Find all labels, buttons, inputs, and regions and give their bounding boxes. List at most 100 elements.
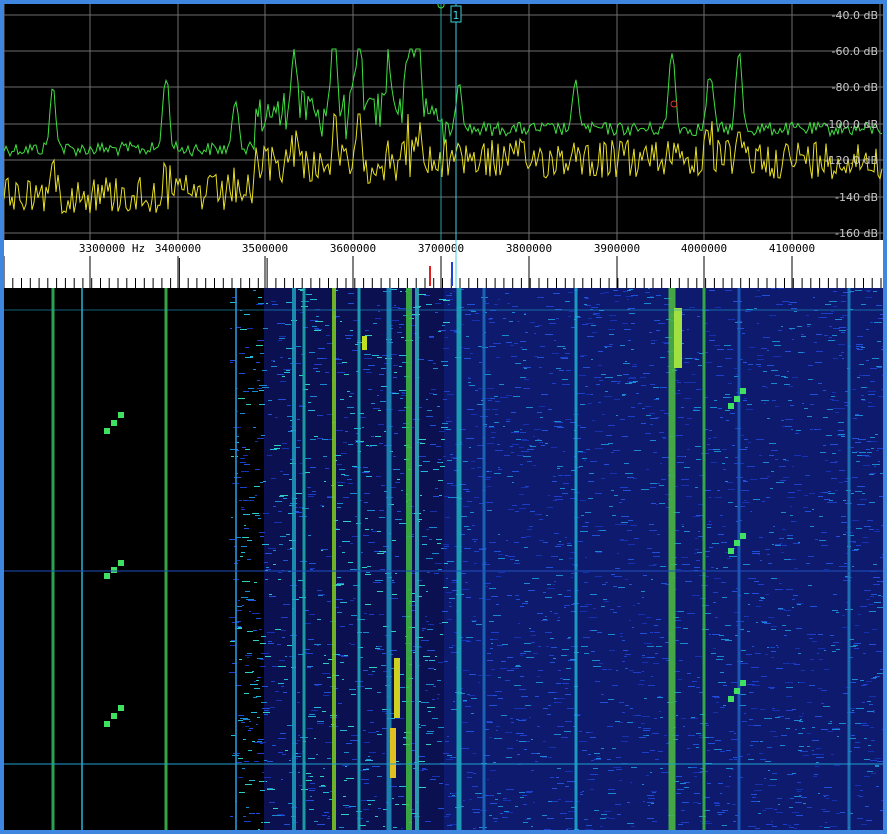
- noise-speckle: [392, 320, 399, 321]
- noise-speckle: [772, 708, 775, 709]
- noise-speckle: [647, 802, 654, 803]
- noise-speckle: [268, 414, 272, 415]
- noise-speckle: [623, 291, 625, 292]
- noise-speckle: [560, 678, 563, 679]
- noise-speckle: [832, 392, 836, 393]
- db-scale-label: -40.0 dB: [832, 9, 879, 22]
- noise-speckle: [373, 323, 377, 324]
- noise-speckle: [750, 479, 757, 480]
- noise-speckle: [753, 499, 760, 500]
- spectrum-display[interactable]: -40.0 dB -60.0 dB -80.0 dB -100.0 dB -120.0 …: [4, 4, 883, 240]
- noise-speckle: [769, 532, 774, 533]
- noise-speckle: [559, 541, 561, 542]
- noise-speckle: [549, 323, 556, 324]
- noise-speckle: [589, 617, 597, 618]
- noise-speckle: [433, 469, 439, 470]
- noise-speckle: [412, 750, 415, 751]
- noise-speckle: [553, 500, 557, 501]
- noise-speckle: [709, 290, 715, 291]
- frequency-scale[interactable]: 3300000 Hz 3400000 3500000 3600000 3700000 38…: [3, 240, 883, 288]
- noise-speckle: [239, 353, 245, 354]
- noise-speckle: [521, 487, 528, 488]
- noise-speckle: [722, 597, 727, 598]
- noise-speckle: [600, 530, 606, 531]
- noise-speckle: [429, 527, 437, 528]
- noise-speckle: [374, 796, 377, 797]
- noise-speckle: [762, 810, 766, 811]
- noise-speckle: [859, 375, 863, 376]
- noise-speckle: [429, 336, 434, 337]
- noise-speckle: [604, 464, 609, 465]
- noise-speckle: [520, 377, 526, 378]
- noise-speckle: [534, 356, 538, 357]
- noise-speckle: [857, 818, 863, 819]
- noise-speckle: [842, 627, 847, 628]
- noise-speckle: [623, 363, 630, 364]
- noise-speckle: [775, 375, 780, 376]
- noise-speckle: [678, 824, 683, 825]
- noise-speckle: [309, 352, 315, 353]
- sweep-dot: [734, 688, 740, 694]
- noise-speckle: [366, 445, 369, 446]
- noise-speckle: [585, 829, 593, 830]
- noise-speckle: [805, 511, 811, 512]
- frequency-ruler[interactable]: 3300000 Hz 3400000 3500000 3600000 3700000 38…: [3, 240, 883, 288]
- noise-speckle: [337, 363, 343, 364]
- noise-speckle: [491, 669, 495, 670]
- noise-speckle: [866, 360, 869, 361]
- noise-speckle: [371, 436, 374, 437]
- noise-speckle: [856, 545, 861, 546]
- noise-speckle: [270, 707, 275, 708]
- noise-speckle: [650, 483, 657, 484]
- noise-speckle: [806, 315, 809, 316]
- noise-speckle: [785, 460, 789, 461]
- noise-speckle: [522, 504, 530, 505]
- noise-speckle: [590, 774, 598, 775]
- noise-speckle: [278, 752, 283, 753]
- noise-speckle: [787, 615, 790, 616]
- noise-speckle: [318, 348, 325, 349]
- noise-speckle: [856, 348, 859, 349]
- noise-speckle: [308, 535, 311, 536]
- noise-speckle: [758, 801, 760, 802]
- noise-speckle: [815, 716, 822, 717]
- noise-speckle: [625, 654, 631, 655]
- noise-speckle: [349, 643, 351, 644]
- noise-speckle: [826, 471, 831, 472]
- noise-speckle: [503, 800, 511, 801]
- noise-speckle: [761, 676, 767, 677]
- noise-speckle: [249, 813, 255, 814]
- noise-speckle: [531, 826, 533, 827]
- noise-speckle: [240, 329, 247, 330]
- noise-speckle: [447, 561, 454, 562]
- noise-speckle: [649, 332, 652, 333]
- noise-speckle: [868, 751, 874, 752]
- noise-speckle: [437, 406, 440, 407]
- spectrum-plot[interactable]: -40.0 dB-60.0 dB-80.0 dB-100.0 dB-120.0 …: [4, 4, 883, 240]
- noise-speckle: [500, 397, 508, 398]
- noise-speckle: [857, 349, 863, 350]
- noise-speckle: [241, 597, 248, 598]
- noise-speckle: [520, 429, 522, 430]
- noise-speckle: [625, 361, 627, 362]
- noise-speckle: [771, 383, 777, 384]
- waterfall-display[interactable]: [4, 288, 883, 830]
- waterfall-plot[interactable]: [4, 288, 883, 830]
- noise-speckle: [445, 337, 448, 338]
- noise-speckle: [604, 811, 611, 812]
- noise-speckle: [831, 754, 834, 755]
- noise-speckle: [260, 536, 264, 537]
- noise-speckle: [305, 458, 311, 459]
- noise-speckle: [545, 632, 552, 633]
- carrier-trace: [164, 288, 168, 830]
- noise-speckle: [858, 614, 861, 615]
- noise-speckle: [642, 657, 647, 658]
- noise-speckle: [868, 604, 874, 605]
- noise-speckle: [421, 640, 429, 641]
- noise-speckle: [714, 451, 721, 452]
- noise-speckle: [529, 445, 532, 446]
- noise-speckle: [529, 717, 531, 718]
- noise-speckle: [744, 398, 747, 399]
- noise-speckle: [507, 476, 513, 477]
- noise-speckle: [714, 697, 720, 698]
